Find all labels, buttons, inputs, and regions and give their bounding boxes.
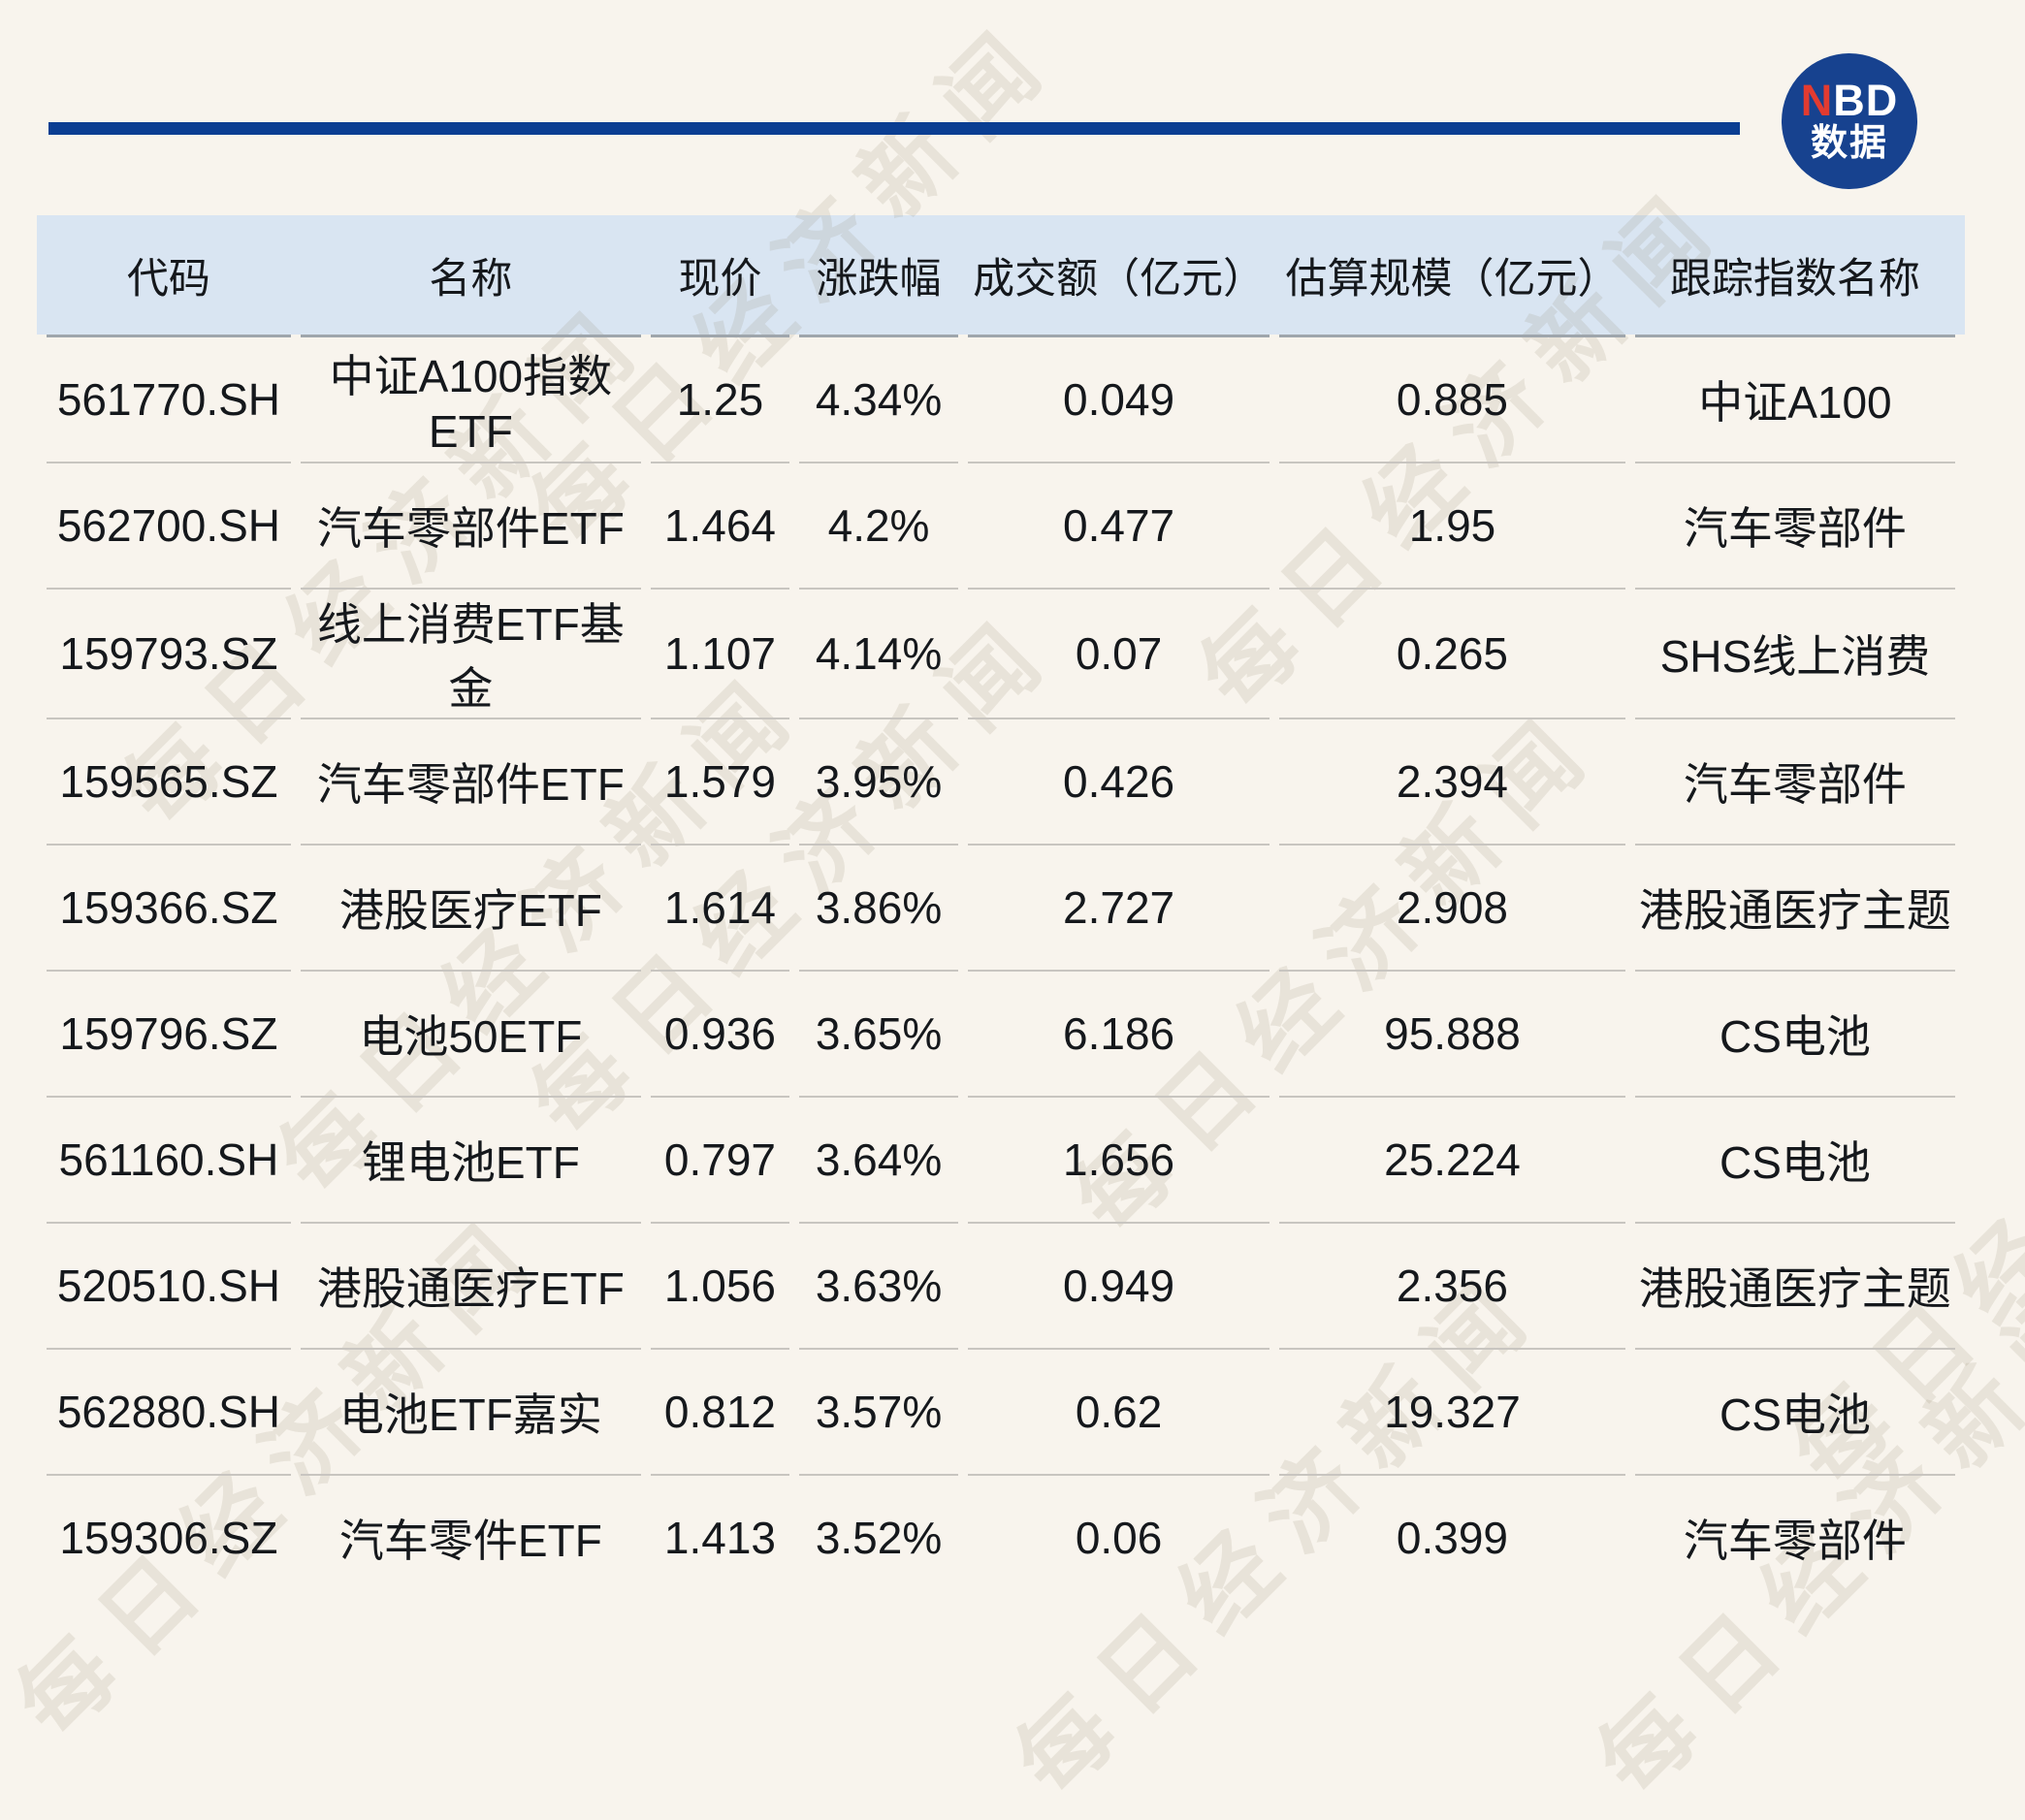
cell-code: 159565.SZ bbox=[47, 719, 291, 846]
cell-price: 0.812 bbox=[651, 1350, 789, 1476]
cell-price: 1.107 bbox=[651, 590, 789, 719]
col-header-price: 现价 bbox=[651, 215, 789, 337]
cell-turnover: 2.727 bbox=[968, 846, 1270, 972]
cell-turnover: 0.049 bbox=[968, 337, 1270, 463]
cell-name: 港股医疗ETF bbox=[301, 846, 641, 972]
col-header-code: 代码 bbox=[47, 215, 291, 337]
cell-scale: 1.95 bbox=[1279, 463, 1625, 590]
cell-name: 电池ETF嘉实 bbox=[301, 1350, 641, 1476]
cell-price: 0.797 bbox=[651, 1098, 789, 1224]
table-row: 561160.SH 锂电池ETF 0.797 3.64% 1.656 25.22… bbox=[47, 1098, 1955, 1224]
cell-scale: 2.356 bbox=[1279, 1224, 1625, 1350]
cell-index: 汽车零部件 bbox=[1635, 719, 1955, 846]
cell-code: 561770.SH bbox=[47, 337, 291, 463]
cell-price: 0.936 bbox=[651, 972, 789, 1098]
table-row: 562700.SH 汽车零部件ETF 1.464 4.2% 0.477 1.95… bbox=[47, 463, 1955, 590]
cell-change: 3.63% bbox=[799, 1224, 958, 1350]
cell-scale: 0.885 bbox=[1279, 337, 1625, 463]
cell-code: 562700.SH bbox=[47, 463, 291, 590]
nbd-logo-subtext: 数据 bbox=[1811, 123, 1888, 166]
col-header-scale: 估算规模（亿元） bbox=[1279, 215, 1625, 337]
cell-name: 中证A100指数ETF bbox=[301, 337, 641, 463]
cell-change: 3.64% bbox=[799, 1098, 958, 1224]
cell-price: 1.25 bbox=[651, 337, 789, 463]
cell-change: 4.34% bbox=[799, 337, 958, 463]
table-row: 159565.SZ 汽车零部件ETF 1.579 3.95% 0.426 2.3… bbox=[47, 719, 1955, 846]
cell-price: 1.464 bbox=[651, 463, 789, 590]
nbd-logo-bd: BD bbox=[1833, 76, 1898, 125]
cell-code: 159306.SZ bbox=[47, 1476, 291, 1600]
cell-index: 港股通医疗主题 bbox=[1635, 1224, 1955, 1350]
cell-turnover: 0.477 bbox=[968, 463, 1270, 590]
col-header-turnover: 成交额（亿元） bbox=[968, 215, 1270, 337]
table-row: 159796.SZ 电池50ETF 0.936 3.65% 6.186 95.8… bbox=[47, 972, 1955, 1098]
cell-name: 锂电池ETF bbox=[301, 1098, 641, 1224]
cell-turnover: 0.62 bbox=[968, 1350, 1270, 1476]
top-rule bbox=[48, 122, 1740, 135]
table-header-row: 代码 名称 现价 涨跌幅 成交额（亿元） 估算规模（亿元） 跟踪指数名称 bbox=[47, 215, 1955, 337]
cell-price: 1.614 bbox=[651, 846, 789, 972]
cell-change: 3.57% bbox=[799, 1350, 958, 1476]
cell-index: SHS线上消费 bbox=[1635, 590, 1955, 719]
cell-index: 汽车零部件 bbox=[1635, 463, 1955, 590]
cell-change: 3.65% bbox=[799, 972, 958, 1098]
cell-turnover: 6.186 bbox=[968, 972, 1270, 1098]
cell-name: 电池50ETF bbox=[301, 972, 641, 1098]
cell-name: 汽车零部件ETF bbox=[301, 719, 641, 846]
cell-index: CS电池 bbox=[1635, 1098, 1955, 1224]
cell-code: 159366.SZ bbox=[47, 846, 291, 972]
cell-index: 中证A100 bbox=[1635, 337, 1955, 463]
cell-scale: 19.327 bbox=[1279, 1350, 1625, 1476]
col-header-index: 跟踪指数名称 bbox=[1635, 215, 1955, 337]
table-row: 159306.SZ 汽车零件ETF 1.413 3.52% 0.06 0.399… bbox=[47, 1476, 1955, 1600]
cell-change: 3.86% bbox=[799, 846, 958, 972]
table-row: 561770.SH 中证A100指数ETF 1.25 4.34% 0.049 0… bbox=[47, 337, 1955, 463]
nbd-logo-n: N bbox=[1801, 76, 1834, 125]
page: { "brand": { "bar_color": "#0a3e92", "lo… bbox=[0, 0, 2025, 1658]
cell-scale: 2.908 bbox=[1279, 846, 1625, 972]
cell-index: 港股通医疗主题 bbox=[1635, 846, 1955, 972]
cell-code: 159793.SZ bbox=[47, 590, 291, 719]
cell-price: 1.579 bbox=[651, 719, 789, 846]
nbd-logo-text: NBD bbox=[1801, 78, 1899, 123]
cell-turnover: 0.07 bbox=[968, 590, 1270, 719]
cell-scale: 0.265 bbox=[1279, 590, 1625, 719]
cell-code: 562880.SH bbox=[47, 1350, 291, 1476]
cell-scale: 2.394 bbox=[1279, 719, 1625, 846]
cell-index: CS电池 bbox=[1635, 1350, 1955, 1476]
cell-name: 线上消费ETF基金 bbox=[301, 590, 641, 719]
cell-change: 3.52% bbox=[799, 1476, 958, 1600]
cell-code: 520510.SH bbox=[47, 1224, 291, 1350]
etf-table: 代码 名称 现价 涨跌幅 成交额（亿元） 估算规模（亿元） 跟踪指数名称 561… bbox=[37, 215, 1965, 1600]
nbd-logo: NBD 数据 bbox=[1782, 53, 1917, 189]
cell-code: 561160.SH bbox=[47, 1098, 291, 1224]
cell-scale: 95.888 bbox=[1279, 972, 1625, 1098]
cell-name: 汽车零件ETF bbox=[301, 1476, 641, 1600]
cell-index: 汽车零部件 bbox=[1635, 1476, 1955, 1600]
table-row: 562880.SH 电池ETF嘉实 0.812 3.57% 0.62 19.32… bbox=[47, 1350, 1955, 1476]
cell-scale: 25.224 bbox=[1279, 1098, 1625, 1224]
cell-code: 159796.SZ bbox=[47, 972, 291, 1098]
cell-turnover: 0.949 bbox=[968, 1224, 1270, 1350]
cell-price: 1.413 bbox=[651, 1476, 789, 1600]
cell-name: 汽车零部件ETF bbox=[301, 463, 641, 590]
cell-change: 4.14% bbox=[799, 590, 958, 719]
cell-change: 3.95% bbox=[799, 719, 958, 846]
cell-name: 港股通医疗ETF bbox=[301, 1224, 641, 1350]
cell-turnover: 1.656 bbox=[968, 1098, 1270, 1224]
col-header-name: 名称 bbox=[301, 215, 641, 337]
table-row: 159793.SZ 线上消费ETF基金 1.107 4.14% 0.07 0.2… bbox=[47, 590, 1955, 719]
table-row: 520510.SH 港股通医疗ETF 1.056 3.63% 0.949 2.3… bbox=[47, 1224, 1955, 1350]
table-row: 159366.SZ 港股医疗ETF 1.614 3.86% 2.727 2.90… bbox=[47, 846, 1955, 972]
cell-turnover: 0.06 bbox=[968, 1476, 1270, 1600]
cell-price: 1.056 bbox=[651, 1224, 789, 1350]
cell-change: 4.2% bbox=[799, 463, 958, 590]
cell-index: CS电池 bbox=[1635, 972, 1955, 1098]
cell-turnover: 0.426 bbox=[968, 719, 1270, 846]
cell-scale: 0.399 bbox=[1279, 1476, 1625, 1600]
col-header-change: 涨跌幅 bbox=[799, 215, 958, 337]
